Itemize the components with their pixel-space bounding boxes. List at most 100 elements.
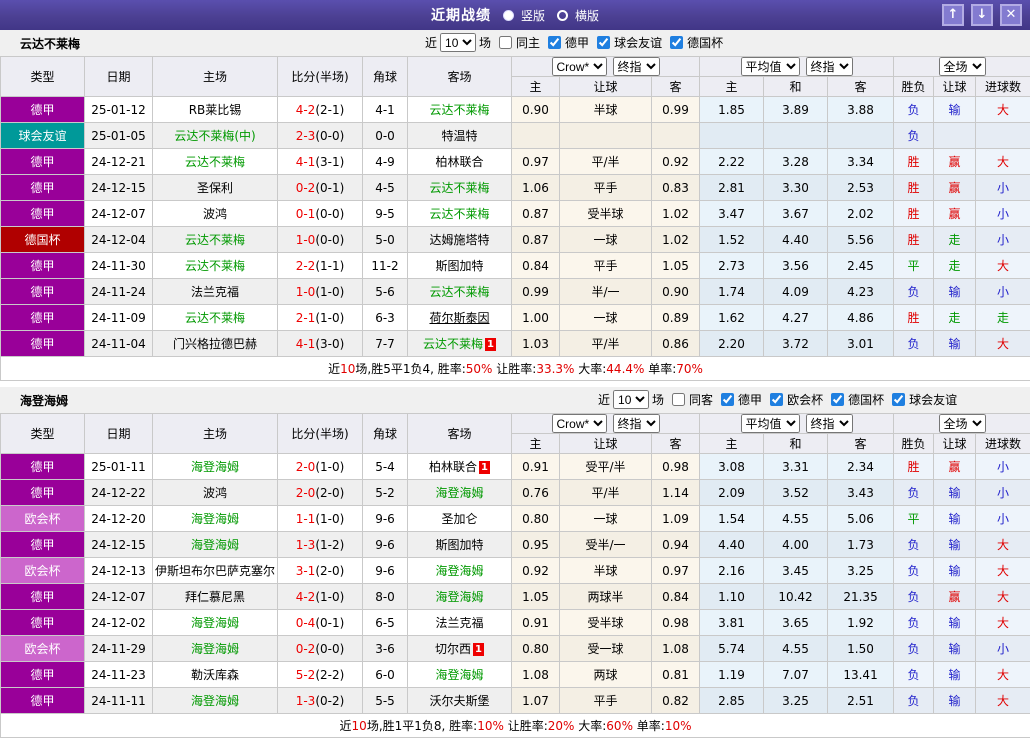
- radio-vertical-label[interactable]: 竖版: [521, 7, 545, 24]
- handicap-cell: 受平/半: [559, 453, 652, 480]
- asian-home-odds-cell: 0.87: [511, 226, 560, 253]
- final-odds-select[interactable]: 终指: [805, 414, 853, 433]
- column-header: 日期: [84, 56, 153, 97]
- radio-vertical-selected-icon[interactable]: [502, 9, 514, 21]
- euro-draw-odds-cell: 4.40: [763, 226, 829, 253]
- score-cell: 3-1(2-0): [277, 557, 363, 584]
- full-time-score: 0-1: [295, 206, 316, 221]
- euro-draw-odds-cell: 4.27: [763, 304, 829, 331]
- bookmaker-select[interactable]: Crow*: [551, 57, 607, 76]
- half-time-score: (0-0): [315, 128, 345, 143]
- away-team-name: 海登海姆: [435, 564, 484, 578]
- handicap-cell: 受半球: [559, 200, 652, 227]
- move-up-button[interactable]: ↑: [942, 4, 964, 26]
- league-filter-checkbox[interactable]: [892, 393, 906, 406]
- half-time-score: (1-0): [315, 511, 345, 526]
- home-team-cell: 云达不莱梅: [152, 304, 278, 331]
- sub-column-header: 和: [763, 433, 829, 454]
- sub-column-header: 主: [511, 76, 560, 97]
- same-venue-checkbox[interactable]: [672, 393, 686, 406]
- half-time-score: (0-1): [315, 180, 345, 195]
- home-team-name: 海登海姆: [190, 616, 239, 630]
- handicap-result-cell: 输: [933, 635, 977, 662]
- away-team-name[interactable]: 荷尔斯泰因: [429, 311, 489, 325]
- score-cell: 4-1(3-0): [277, 330, 363, 357]
- summary-segment: 70%: [676, 362, 703, 376]
- home-team-cell: RB莱比锡: [152, 96, 278, 123]
- summary-segment: 让胜率:: [492, 362, 537, 376]
- asian-home-odds-cell: 1.03: [511, 330, 560, 357]
- team-name: 云达不莱梅: [20, 37, 81, 51]
- average-odds-select[interactable]: 平均值: [740, 414, 800, 433]
- euro-away-odds-cell: 5.06: [827, 505, 895, 532]
- home-team-cell: 波鸿: [152, 200, 278, 227]
- match-row: 德甲 24-12-21 云达不莱梅 4-1(3-1) 4-9 柏林联合 0.97 平/半 0.9…: [0, 148, 1030, 175]
- league-filter-checkbox[interactable]: [670, 36, 684, 49]
- league-filter-checkbox[interactable]: [721, 393, 735, 406]
- summary-text: 近10场,胜1平1负8, 胜率:10% 让胜率:20% 大率:60% 单率:10…: [0, 713, 1030, 738]
- half-time-score: (0-0): [315, 641, 345, 656]
- handicap-result-cell: 走: [933, 304, 977, 331]
- home-team-cell: 海登海姆: [152, 531, 278, 558]
- match-row: 德甲 24-12-02 海登海姆 0-4(0-1) 6-5 法兰克福 0.91 受半球 0.98…: [0, 609, 1030, 636]
- average-odds-select[interactable]: 平均值: [740, 57, 800, 76]
- home-team-name: 圣保利: [196, 181, 233, 195]
- asian-home-odds-cell: 1.06: [511, 174, 560, 201]
- league-filter-checkbox[interactable]: [831, 393, 845, 406]
- home-team-name: 拜仁慕尼黑: [184, 590, 245, 604]
- sub-column-header: 主: [699, 433, 765, 454]
- same-venue-checkbox[interactable]: [499, 36, 513, 49]
- handicap-cell: 受半/一: [559, 531, 652, 558]
- result-cell: 负: [893, 122, 935, 149]
- match-count-select[interactable]: 10: [440, 33, 477, 52]
- score-cell: 0-1(0-0): [277, 200, 363, 227]
- handicap-result-cell: 赢: [933, 148, 977, 175]
- full-time-score: 4-1: [295, 336, 316, 351]
- league-filter-checkbox[interactable]: [548, 36, 562, 49]
- full-match-select[interactable]: 全场: [938, 57, 986, 76]
- euro-home-odds-cell: 1.74: [699, 278, 765, 305]
- asian-home-odds-cell: 0.91: [511, 453, 560, 480]
- away-team-cell: 柏林联合: [407, 148, 512, 175]
- final-odds-select[interactable]: 终指: [612, 57, 660, 76]
- euro-away-odds-cell: 21.35: [827, 583, 895, 610]
- final-odds-select[interactable]: 终指: [612, 414, 660, 433]
- summary-segment: 单率:: [644, 362, 677, 376]
- bookmaker-select[interactable]: Crow*: [551, 414, 607, 433]
- radio-horizontal-icon[interactable]: [557, 9, 568, 21]
- radio-horizontal-label[interactable]: 横版: [575, 7, 599, 24]
- summary-segment: 近: [328, 362, 341, 376]
- move-down-button[interactable]: ↓: [971, 4, 993, 26]
- home-team-cell: 法兰克福: [152, 278, 278, 305]
- column-header: 客场: [407, 413, 512, 454]
- column-header: 客场: [407, 56, 512, 97]
- handicap-result-cell: 赢: [933, 453, 977, 480]
- asian-home-odds-cell: 0.84: [511, 252, 560, 279]
- match-date-cell: 24-12-15: [84, 174, 153, 201]
- away-team-cell: 海登海姆: [407, 661, 512, 688]
- league-filter-checkbox[interactable]: [597, 36, 611, 49]
- summary-segment: 50%: [465, 362, 493, 376]
- league-filter-checkbox[interactable]: [770, 393, 784, 406]
- asian-home-odds-cell: 1.07: [511, 687, 560, 714]
- final-odds-select[interactable]: 终指: [805, 57, 853, 76]
- away-team-name: 达姆施塔特: [429, 233, 490, 247]
- asian-home-odds-cell: 0.90: [511, 96, 560, 123]
- away-team-name: 云达不莱梅: [429, 181, 490, 195]
- home-team-name: 云达不莱梅(中): [174, 129, 256, 143]
- score-cell: 2-1(1-0): [277, 304, 363, 331]
- euro-away-odds-cell: 2.34: [827, 453, 895, 480]
- league-type-cell: 德甲: [0, 304, 85, 331]
- full-match-select[interactable]: 全场: [938, 414, 986, 433]
- match-row: 德甲 24-12-15 海登海姆 1-3(1-2) 9-6 斯图加特 0.95 受半/一 0.9…: [0, 531, 1030, 558]
- full-time-score: 0-2: [295, 641, 316, 656]
- match-count-select[interactable]: 10: [613, 390, 650, 409]
- close-button[interactable]: ✕: [1000, 4, 1022, 26]
- section-header-row: 云达不莱梅 近 10 场 同主 德甲 球会友谊 德国杯: [0, 30, 1030, 56]
- goals-result-cell: [975, 122, 1030, 149]
- full-time-score: 3-1: [295, 563, 316, 578]
- away-team-cell: 斯图加特: [407, 252, 512, 279]
- summary-segment: 大率:: [574, 362, 607, 376]
- result-cell: 负: [893, 609, 935, 636]
- away-team-cell: 云达不莱梅: [407, 96, 512, 123]
